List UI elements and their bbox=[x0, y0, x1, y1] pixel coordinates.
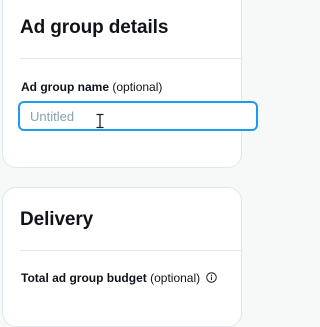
total-budget-label-text: Total ad group budget bbox=[21, 271, 147, 285]
section-divider bbox=[20, 250, 241, 251]
optional-label: (optional) bbox=[150, 271, 201, 285]
ad-group-details-card: Ad group details Ad group name (optional… bbox=[2, 0, 258, 168]
ad-group-details-title: Ad group details bbox=[20, 17, 169, 38]
ad-group-name-input[interactable] bbox=[18, 101, 258, 131]
delivery-title: Delivery bbox=[20, 209, 94, 230]
info-icon[interactable] bbox=[206, 272, 218, 286]
ad-group-name-label-text: Ad group name bbox=[21, 80, 110, 94]
section-divider bbox=[20, 58, 241, 59]
optional-label: (optional) bbox=[112, 80, 163, 94]
ad-group-name-label: Ad group name (optional) bbox=[21, 80, 162, 94]
total-budget-label: Total ad group budget (optional) bbox=[21, 271, 218, 286]
delivery-card: Delivery Total ad group budget (optional… bbox=[2, 187, 242, 327]
